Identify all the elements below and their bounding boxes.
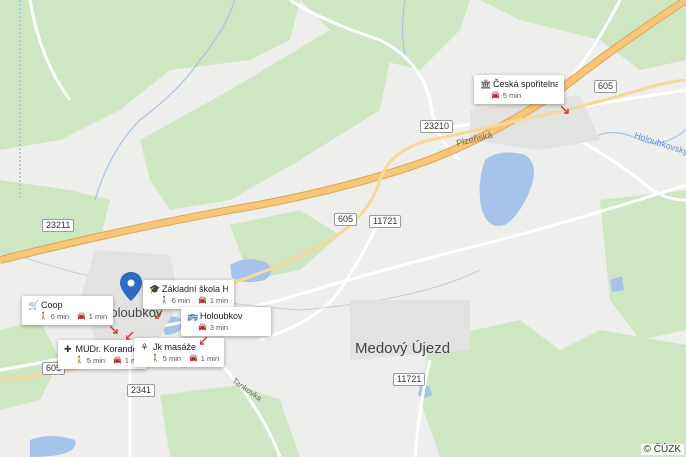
massage-icon: ⚘ bbox=[140, 342, 149, 352]
pointer-arrow-icon bbox=[200, 337, 208, 345]
road-shield: 23210 bbox=[420, 120, 454, 133]
pointer-arrow-icon bbox=[126, 332, 134, 340]
walk-icon: 🚶 bbox=[75, 357, 84, 364]
poi-walk-time: 6 min bbox=[50, 312, 70, 321]
poi-name: Coop bbox=[41, 300, 63, 310]
road-shield: 605 bbox=[334, 213, 358, 226]
poi-car-time: 1 min bbox=[200, 354, 220, 363]
poi-car-time: 1 min bbox=[209, 296, 229, 305]
poi-card-ceska-sporitelna[interactable]: 🏛 Česká spořitelna 🚘 5 min bbox=[474, 75, 564, 104]
walk-icon: 🚶 bbox=[39, 313, 48, 320]
road-shield: 605 bbox=[594, 80, 618, 93]
pointer-arrow-icon bbox=[155, 311, 163, 319]
cart-icon: 🛒 bbox=[28, 300, 40, 310]
poi-car-time: 5 min bbox=[502, 91, 522, 100]
car-icon: 🚘 bbox=[113, 357, 122, 364]
car-icon: 🚘 bbox=[491, 92, 500, 99]
bank-icon: 🏛 bbox=[480, 79, 492, 89]
pointer-arrow-icon bbox=[561, 106, 569, 114]
walk-icon: 🚶 bbox=[151, 355, 160, 362]
poi-walk-time: 5 min bbox=[162, 354, 182, 363]
road-shield: 11721 bbox=[393, 373, 426, 386]
car-icon: 🚘 bbox=[198, 297, 207, 304]
poi-name: Holoubkov bbox=[200, 311, 243, 321]
poi-card-zakladni-skola[interactable]: 🎓Základní škola Ho... 🚶6 min 🚘1 min bbox=[143, 280, 234, 309]
poi-name: Základní škola Ho... bbox=[162, 284, 228, 294]
poi-card-holoubkov-bus[interactable]: 🚌 Holoubkov 🚘 3 min bbox=[181, 307, 271, 336]
bus-icon: 🚌 bbox=[187, 311, 199, 321]
road-shield: 11721 bbox=[369, 215, 402, 228]
road-shield: 23211 bbox=[42, 219, 75, 232]
poi-name: MUDr. Korandová bbox=[75, 344, 141, 354]
pointer-arrow-icon bbox=[110, 326, 118, 334]
map-attribution: © ČÚZK bbox=[640, 444, 684, 455]
car-icon: 🚘 bbox=[77, 313, 86, 320]
poi-car-time: 1 min bbox=[88, 312, 108, 321]
map-canvas[interactable] bbox=[0, 0, 686, 457]
poi-name: Jk masáže bbox=[153, 342, 197, 352]
road-shield: 2341 bbox=[127, 384, 156, 397]
poi-card-jk-masaze[interactable]: ⚘ Jk masáže 🚶 5 min 🚘 1 min bbox=[134, 338, 224, 367]
school-icon: 🎓 bbox=[149, 284, 161, 294]
poi-walk-time: 5 min bbox=[86, 356, 106, 365]
walk-icon: 🚶 bbox=[160, 297, 169, 304]
place-label-medovy-ujezd: Medový Újezd bbox=[355, 340, 451, 357]
poi-car-time: 3 min bbox=[209, 323, 229, 332]
car-icon: 🚘 bbox=[189, 355, 198, 362]
medical-icon: ✚ bbox=[64, 344, 72, 354]
poi-name: Česká spořitelna bbox=[493, 79, 558, 89]
car-icon: 🚘 bbox=[198, 324, 207, 331]
poi-walk-time: 6 min bbox=[171, 296, 191, 305]
poi-card-coop[interactable]: 🛒 Coop 🚶 6 min 🚘 1 min bbox=[22, 296, 113, 325]
